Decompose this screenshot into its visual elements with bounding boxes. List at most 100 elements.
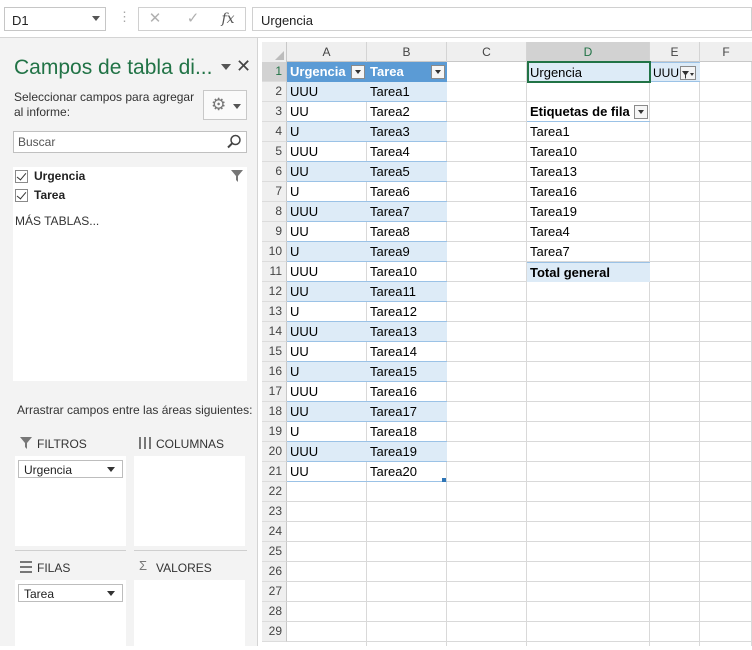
table-cell[interactable]: Tarea4 [367,142,447,162]
pivot-grand-total[interactable]: Total general [527,262,650,282]
row-header[interactable]: 8 [262,202,287,222]
tools-button[interactable]: ⚙ [203,90,247,120]
filter-applied-icon[interactable] [680,66,696,80]
row-chip-tarea[interactable]: Tarea [18,584,123,602]
table-cell[interactable]: Tarea3 [367,122,447,142]
columns-drop-zone[interactable] [134,456,245,546]
name-box[interactable]: D1 [4,7,106,31]
table-cell[interactable]: Tarea9 [367,242,447,262]
table-cell[interactable]: U [287,122,367,142]
table-cell[interactable]: Tarea7 [367,202,447,222]
table-cell[interactable]: Tarea8 [367,222,447,242]
row-header[interactable]: 12 [262,282,287,302]
table-cell[interactable]: UUU [287,82,367,102]
table-cell[interactable]: UUU [287,202,367,222]
table-cell[interactable]: U [287,422,367,442]
row-header[interactable]: 15 [262,342,287,362]
chevron-down-icon[interactable] [92,16,100,21]
pivot-filter-label[interactable]: Urgencia [527,62,650,82]
formula-input[interactable]: Urgencia [252,7,752,31]
row-header[interactable]: 13 [262,302,287,322]
table-cell[interactable]: UUU [287,262,367,282]
row-header[interactable]: 17 [262,382,287,402]
search-icon[interactable] [225,133,243,151]
table-cell[interactable]: Tarea2 [367,102,447,122]
table-cell[interactable]: UU [287,342,367,362]
pivot-row-item[interactable]: Tarea1 [527,122,650,142]
table-cell[interactable]: Tarea5 [367,162,447,182]
row-header[interactable]: 16 [262,362,287,382]
row-header[interactable]: 2 [262,82,287,102]
row-header[interactable]: 10 [262,242,287,262]
field-item-urgencia[interactable]: Urgencia [15,168,235,186]
pivot-filter-value[interactable]: UUU [650,62,700,82]
table-cell[interactable]: UUU [287,442,367,462]
row-header[interactable]: 3 [262,102,287,122]
table-cell[interactable]: UUU [287,382,367,402]
table-cell[interactable]: Tarea11 [367,282,447,302]
chevron-down-icon[interactable] [107,591,115,596]
row-header[interactable]: 28 [262,602,287,622]
row-header[interactable]: 27 [262,582,287,602]
filters-drop-zone[interactable]: Urgencia [15,456,126,546]
row-header[interactable]: 22 [262,482,287,502]
field-checkbox[interactable] [15,189,28,202]
row-header[interactable]: 21 [262,462,287,482]
pivot-row-item[interactable]: Tarea4 [527,222,650,242]
cancel-icon[interactable]: ✕ [142,8,168,30]
table-resize-handle[interactable] [442,478,446,482]
row-header[interactable]: 18 [262,402,287,422]
insert-function-icon[interactable]: fx [215,8,241,30]
table-cell[interactable]: Tarea17 [367,402,447,422]
field-item-tarea[interactable]: Tarea [15,187,235,205]
filter-dropdown-icon[interactable] [431,65,445,79]
pivot-row-item[interactable]: Tarea13 [527,162,650,182]
table-header-cell[interactable]: Tarea [367,62,447,82]
filter-chip-urgencia[interactable]: Urgencia [18,460,123,478]
row-header[interactable]: 7 [262,182,287,202]
rows-drop-zone[interactable]: Tarea [15,580,126,650]
table-cell[interactable]: Tarea10 [367,262,447,282]
table-cell[interactable]: Tarea12 [367,302,447,322]
column-header-c[interactable]: C [447,42,527,62]
table-header-cell[interactable]: Urgencia [287,62,367,82]
table-cell[interactable]: U [287,182,367,202]
row-header[interactable]: 20 [262,442,287,462]
close-icon[interactable]: ✕ [236,56,251,77]
row-header[interactable]: 19 [262,422,287,442]
column-header-b[interactable]: B [367,42,447,62]
column-header-e[interactable]: E [650,42,700,62]
column-header-d[interactable]: D [527,42,650,62]
table-cell[interactable]: UUU [287,142,367,162]
table-cell[interactable]: UU [287,462,367,482]
table-cell[interactable]: UUU [287,322,367,342]
table-cell[interactable]: UU [287,162,367,182]
pivot-row-labels-header[interactable]: Etiquetas de fila [527,102,650,122]
table-cell[interactable]: Tarea14 [367,342,447,362]
filter-dropdown-icon[interactable] [351,65,365,79]
table-cell[interactable]: Tarea13 [367,322,447,342]
table-cell[interactable]: Tarea18 [367,422,447,442]
table-cell[interactable]: U [287,242,367,262]
table-cell[interactable]: U [287,302,367,322]
row-header[interactable]: 24 [262,522,287,542]
values-drop-zone[interactable] [134,580,245,650]
table-cell[interactable]: UU [287,282,367,302]
search-input[interactable] [14,132,222,152]
table-cell[interactable]: Tarea15 [367,362,447,382]
pane-options-icon[interactable] [221,64,231,70]
more-tables-link[interactable]: MÁS TABLAS... [15,214,99,228]
row-header[interactable]: 11 [262,262,287,282]
pivot-row-item[interactable]: Tarea10 [527,142,650,162]
filter-icon[interactable] [231,170,243,182]
filter-dropdown-icon[interactable] [634,105,648,119]
column-header-a[interactable]: A [287,42,367,62]
row-header[interactable]: 9 [262,222,287,242]
table-cell[interactable]: Tarea1 [367,82,447,102]
column-header-f[interactable]: F [700,42,752,62]
table-cell[interactable]: Tarea19 [367,442,447,462]
row-header[interactable]: 4 [262,122,287,142]
confirm-icon[interactable]: ✓ [180,8,206,30]
pivot-row-item[interactable]: Tarea19 [527,202,650,222]
pivot-row-item[interactable]: Tarea7 [527,242,650,262]
